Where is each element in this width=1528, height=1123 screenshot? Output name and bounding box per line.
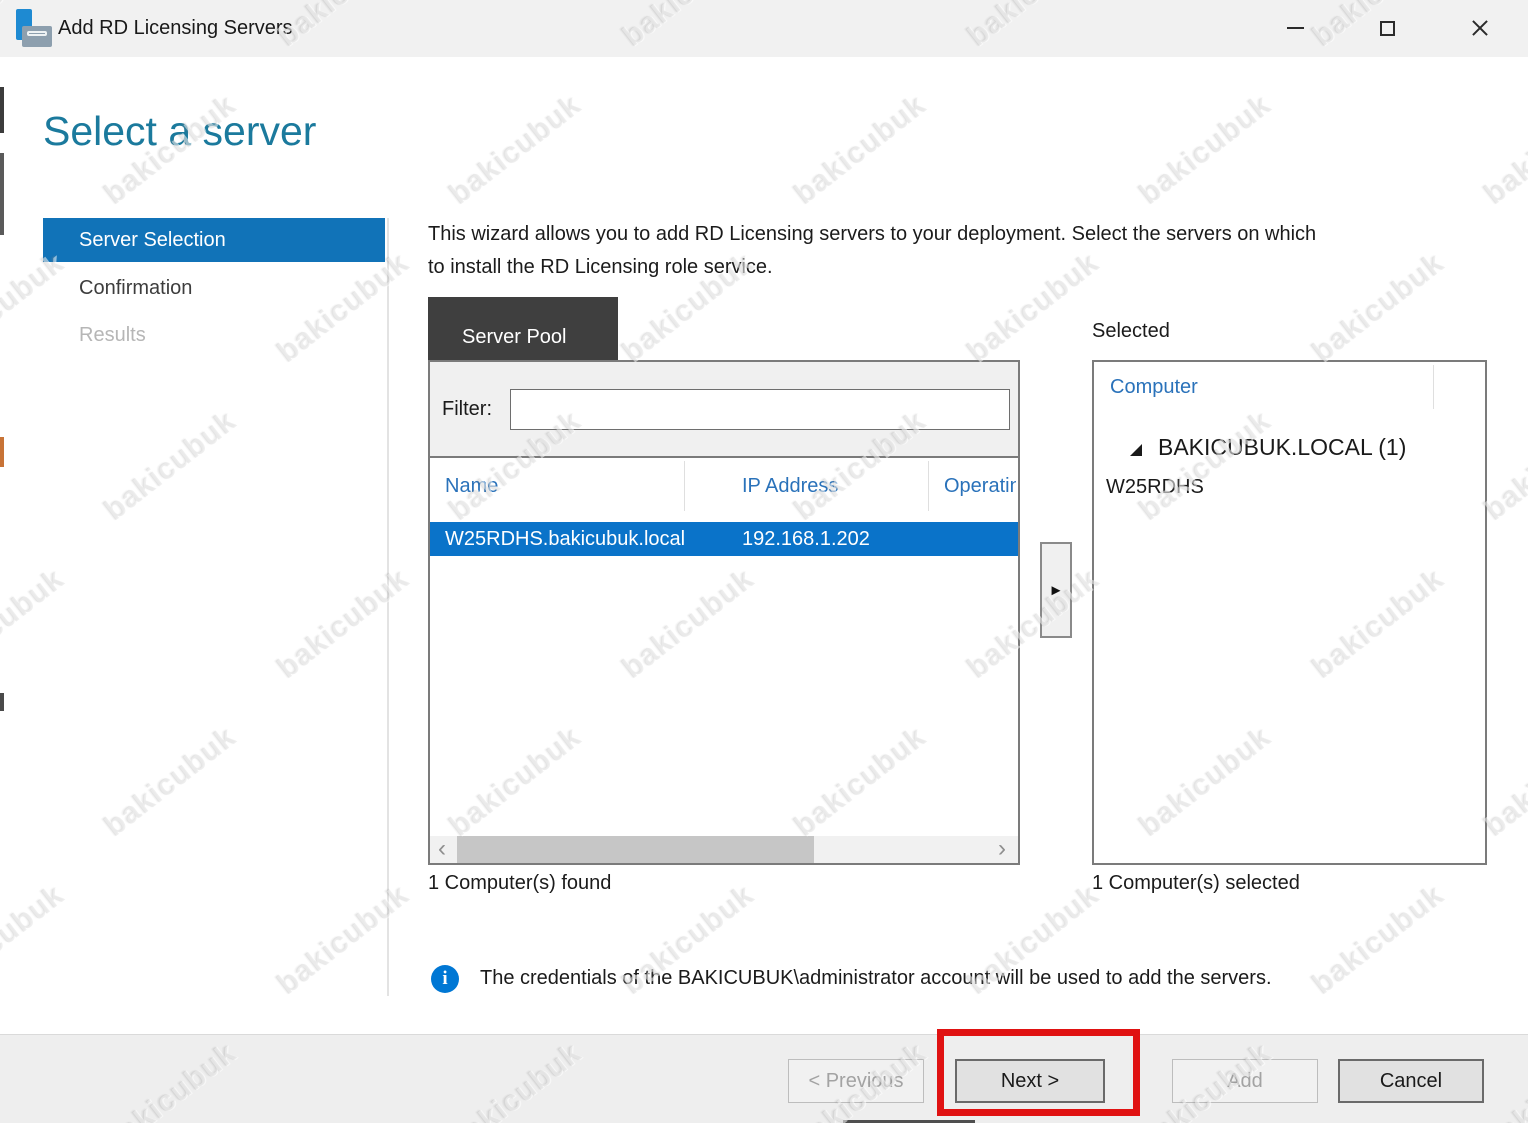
column-header-computer[interactable]: Computer (1110, 376, 1198, 399)
window-title: Add RD Licensing Servers (58, 0, 293, 57)
watermark-text: bakicubuk (0, 562, 71, 686)
column-header-name[interactable]: Name (445, 458, 498, 515)
wizard-steps: Server Selection Confirmation Results (43, 218, 385, 361)
rd-licensing-app-icon (14, 9, 52, 49)
maximize-button[interactable] (1364, 0, 1410, 56)
scrollbar-thumb[interactable] (457, 836, 814, 863)
selected-panel-label: Selected (1092, 320, 1170, 343)
sidebar-item-confirmation[interactable]: Confirmation (43, 267, 385, 309)
column-header-ip-address[interactable]: IP Address (742, 458, 838, 515)
watermark-text: bakicubuk (0, 878, 71, 1002)
tab-server-pool[interactable]: Server Pool (428, 297, 618, 361)
tree-expanded-icon[interactable] (1130, 444, 1142, 456)
filter-bar: Filter: (430, 362, 1018, 458)
close-icon (1471, 19, 1489, 37)
minimize-icon (1287, 27, 1304, 29)
cell-server-ip: 192.168.1.202 (742, 522, 870, 556)
minimize-button[interactable] (1272, 0, 1318, 56)
info-icon: i (431, 965, 459, 993)
scroll-left-icon[interactable]: ‹ (438, 836, 446, 863)
credentials-info-text: The credentials of the BAKICUBUK\adminis… (480, 967, 1440, 990)
watermark-text: bakicubuk (271, 878, 416, 1002)
filter-input[interactable] (510, 389, 1010, 430)
column-separator (1433, 365, 1434, 409)
wizard-description: This wizard allows you to add RD Licensi… (428, 218, 1492, 284)
server-table-body: W25RDHS.bakicubuk.local 192.168.1.202 (430, 515, 1018, 839)
footer-bar: < Previous Next > Add Cancel (0, 1034, 1528, 1123)
page-title: Select a server (43, 108, 316, 155)
maximize-icon (1380, 21, 1395, 36)
title-bar: Add RD Licensing Servers (0, 0, 1528, 57)
selected-panel: Computer BAKICUBUK.LOCAL (1) W25RDHS (1092, 360, 1487, 865)
move-right-icon: ► (1049, 582, 1064, 599)
server-pool-panel: Filter: Name IP Address Operating System… (428, 360, 1020, 865)
watermark-text: bakicubuk (1478, 88, 1528, 212)
tree-group-label: BAKICUBUK.LOCAL (1) (1158, 434, 1406, 461)
sidebar-item-results: Results (43, 314, 385, 356)
watermark-text: bakicubuk (98, 404, 243, 528)
sidebar-divider (387, 218, 389, 996)
filter-label: Filter: (442, 362, 492, 456)
scroll-right-icon[interactable]: › (998, 836, 1006, 863)
wizard-window: Add RD Licensing Servers Select a server… (0, 0, 1528, 1123)
watermark-text: bakicubuk (98, 720, 243, 844)
description-line-1: This wizard allows you to add RD Licensi… (428, 218, 1492, 251)
column-separator (684, 461, 685, 511)
next-button[interactable]: Next > (955, 1059, 1105, 1103)
horizontal-scrollbar[interactable]: ‹ › (430, 836, 1018, 863)
description-line-2: to install the RD Licensing role service… (428, 251, 1492, 284)
computers-found-count: 1 Computer(s) found (428, 872, 611, 895)
watermark-text: bakicubuk (1133, 88, 1278, 212)
add-button[interactable]: Add (1172, 1059, 1318, 1103)
tree-group-domain[interactable]: BAKICUBUK.LOCAL (1) (1094, 434, 1485, 468)
watermark-text: bakicubuk (788, 88, 933, 212)
cell-server-name: W25RDHS.bakicubuk.local (445, 522, 685, 556)
cancel-button[interactable]: Cancel (1338, 1059, 1484, 1103)
sidebar-item-server-selection[interactable]: Server Selection (43, 218, 385, 262)
column-separator (928, 461, 929, 511)
column-header-operating-system[interactable]: Operating System (944, 458, 1016, 515)
watermark-text: bakicubuk (443, 88, 588, 212)
tree-item-server[interactable]: W25RDHS (1106, 476, 1204, 499)
add-to-selected-button[interactable]: ► (1040, 542, 1072, 638)
background-edge (0, 57, 4, 1123)
close-button[interactable] (1457, 0, 1503, 56)
computers-selected-count: 1 Computer(s) selected (1092, 872, 1300, 895)
watermark-text: bakicubuk (271, 562, 416, 686)
table-row-server[interactable]: W25RDHS.bakicubuk.local 192.168.1.202 (430, 522, 1018, 556)
previous-button[interactable]: < Previous (788, 1059, 924, 1103)
server-table-header: Name IP Address Operating System (430, 458, 1018, 515)
